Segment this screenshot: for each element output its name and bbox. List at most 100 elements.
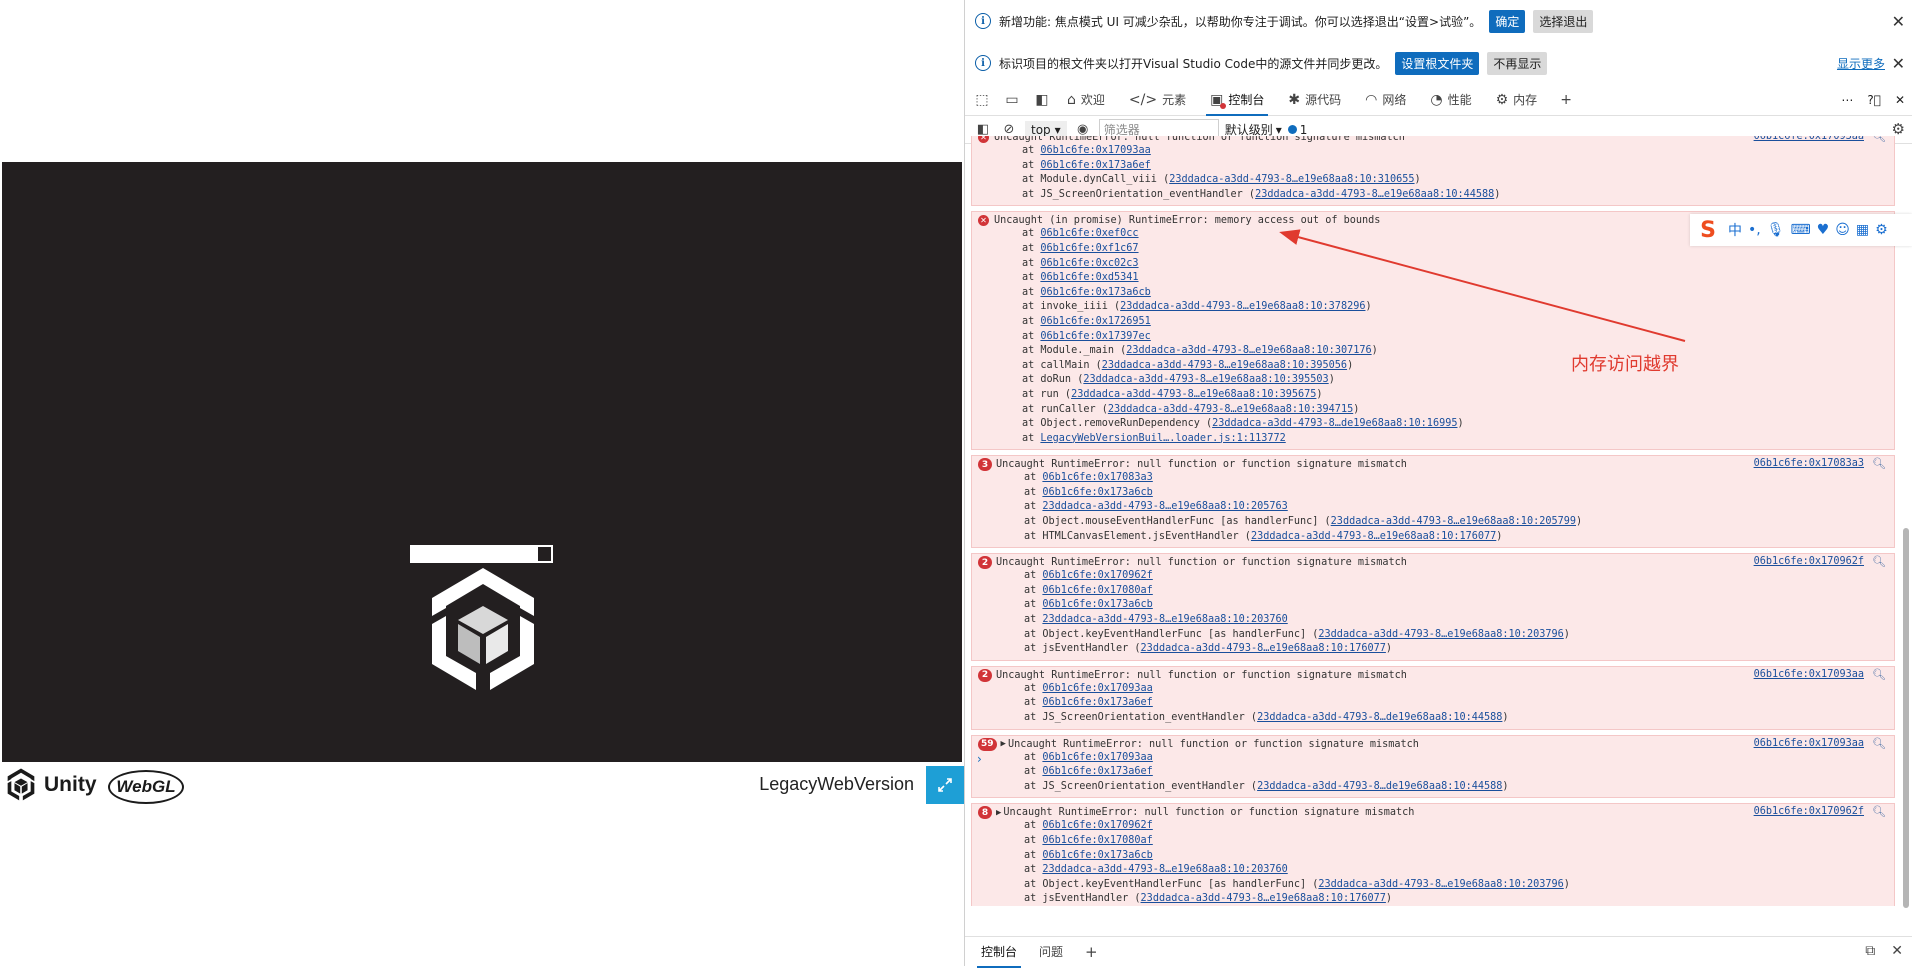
- close-icon[interactable]: ✕: [1892, 12, 1905, 31]
- stack-frame-link[interactable]: 06b1c6fe:0x17397ec: [1040, 331, 1150, 342]
- inspect-icon[interactable]: ⬚: [969, 87, 995, 113]
- stack-frame-link[interactable]: 06b1c6fe:0x173a6cb: [1040, 287, 1150, 298]
- dock-drawer-icon[interactable]: ⧉: [1865, 943, 1875, 959]
- stack-frame-link[interactable]: 23ddadca-a3dd-4793-8…e19e68aa8:10:203760: [1042, 864, 1287, 875]
- tab-elements[interactable]: </> 元素: [1117, 84, 1198, 116]
- tab-console[interactable]: ▣ 控制台: [1198, 84, 1276, 116]
- console-error-entry[interactable]: ✕ Uncaught RuntimeError: null function or…: [971, 136, 1895, 207]
- source-link[interactable]: 06b1c6fe:0x17093aa: [1754, 738, 1864, 749]
- drawer-tab-console[interactable]: 控制台: [976, 943, 1022, 968]
- close-devtools-icon[interactable]: ✕: [1895, 93, 1905, 107]
- microphone-icon[interactable]: 🎙: [1767, 222, 1785, 238]
- device-emulation-icon[interactable]: ▭: [999, 87, 1025, 113]
- source-link[interactable]: 06b1c6fe:0x17083a3: [1754, 458, 1864, 469]
- tab-welcome[interactable]: ⌂ 欢迎: [1055, 84, 1117, 116]
- search-icon[interactable]: 🔍︎: [1872, 737, 1886, 750]
- stack-frame-link[interactable]: 23ddadca-a3dd-4793-8…e19e68aa8:10:395056: [1102, 360, 1347, 371]
- console-error-entry[interactable]: 3 Uncaught RuntimeError: null function or…: [971, 455, 1895, 549]
- source-link[interactable]: 06b1c6fe:0x17093aa: [1754, 136, 1864, 142]
- add-drawer-tab-icon[interactable]: +: [1085, 943, 1098, 961]
- console-scrollbar[interactable]: [1900, 148, 1912, 914]
- stack-frame-link[interactable]: 23ddadca-a3dd-4793-8…e19e68aa8:10:176077: [1141, 893, 1386, 904]
- punctuation-icon[interactable]: •,: [1748, 222, 1761, 238]
- unity-canvas[interactable]: [2, 162, 962, 762]
- stack-frame-link[interactable]: 06b1c6fe:0x173a6ef: [1040, 160, 1150, 171]
- stack-frame-link[interactable]: 06b1c6fe:0xc02c3: [1040, 258, 1138, 269]
- stack-frame-link[interactable]: 06b1c6fe:0xf1c67: [1040, 243, 1138, 254]
- tab-network[interactable]: ◠ 网络: [1353, 84, 1418, 116]
- stack-frame-link[interactable]: 06b1c6fe:0x17080af: [1042, 585, 1152, 596]
- stack-frame-link[interactable]: 23ddadca-a3dd-4793-8…e19e68aa8:10:307176: [1126, 345, 1371, 356]
- stack-frame-link[interactable]: 06b1c6fe:0x173a6ef: [1042, 766, 1152, 777]
- stack-frame-link[interactable]: 06b1c6fe:0x173a6ef: [1042, 697, 1152, 708]
- bot-icon[interactable]: ☺: [1835, 222, 1850, 238]
- gear-icon[interactable]: ⚙: [1875, 222, 1888, 238]
- stack-frame-link[interactable]: 23ddadca-a3dd-4793-8…e19e68aa8:10:203796: [1318, 629, 1563, 640]
- opt-out-button[interactable]: 选择退出: [1533, 9, 1594, 33]
- keyboard-icon[interactable]: ⌨: [1791, 222, 1811, 238]
- stack-frame-link[interactable]: 23ddadca-a3dd-4793-8…e19e68aa8:10:394715: [1108, 404, 1353, 415]
- search-icon[interactable]: 🔍︎: [1872, 136, 1886, 143]
- ime-lang-toggle[interactable]: 中: [1728, 220, 1742, 240]
- stack-frame-link[interactable]: 23ddadca-a3dd-4793-8…e19e68aa8:10:378296: [1120, 301, 1365, 312]
- stack-frame-link[interactable]: 06b1c6fe:0x17080af: [1042, 835, 1152, 846]
- stack-frame-link[interactable]: 23ddadca-a3dd-4793-8…e19e68aa8:10:310655: [1169, 174, 1414, 185]
- expand-triangle-icon[interactable]: ▶: [1001, 739, 1006, 749]
- stack-frame-link[interactable]: 06b1c6fe:0x173a6cb: [1042, 487, 1152, 498]
- help-icon[interactable]: ?⃝: [1867, 93, 1881, 107]
- console-prompt[interactable]: ›: [977, 752, 982, 766]
- scrollbar-thumb[interactable]: [1903, 528, 1909, 908]
- stack-frame-link[interactable]: 23ddadca-a3dd-4793-8…e19e68aa8:10:205799: [1331, 516, 1576, 527]
- dock-side-icon[interactable]: ◧: [1029, 87, 1055, 113]
- source-link[interactable]: 06b1c6fe:0x170962f: [1754, 556, 1864, 567]
- console-error-entry[interactable]: 2 Uncaught RuntimeError: null function or…: [971, 553, 1895, 661]
- stack-frame-link[interactable]: LegacyWebVersionBuil….loader.js:1:113772: [1040, 433, 1285, 444]
- fullscreen-button[interactable]: [926, 766, 964, 804]
- stack-frame-link[interactable]: 23ddadca-a3dd-4793-8…e19e68aa8:10:203796: [1318, 879, 1563, 890]
- grid-icon[interactable]: ▦: [1856, 222, 1869, 238]
- sogou-logo-icon[interactable]: S: [1694, 216, 1722, 244]
- stack-frame-link[interactable]: 06b1c6fe:0x170962f: [1042, 820, 1152, 831]
- close-drawer-icon[interactable]: ✕: [1891, 943, 1903, 959]
- show-more-link[interactable]: 显示更多: [1837, 55, 1885, 72]
- stack-frame-link[interactable]: 06b1c6fe:0x173a6cb: [1042, 850, 1152, 861]
- more-options-icon[interactable]: ⋯: [1841, 93, 1853, 107]
- confirm-button[interactable]: 确定: [1489, 9, 1526, 33]
- stack-frame-link[interactable]: 06b1c6fe:0x1726951: [1040, 316, 1150, 327]
- tab-memory[interactable]: ⚙ 内存: [1484, 84, 1550, 116]
- stack-frame-link[interactable]: 23ddadca-a3dd-4793-8…de19e68aa8:10:16995: [1212, 418, 1457, 429]
- stack-frame-link[interactable]: 06b1c6fe:0x17093aa: [1042, 683, 1152, 694]
- console-error-entry[interactable]: 8 ▶ Uncaught RuntimeError: null function o…: [971, 803, 1895, 906]
- expand-triangle-icon[interactable]: ▶: [996, 808, 1001, 818]
- console-error-entry[interactable]: 59 ▶ Uncaught RuntimeError: null function …: [971, 734, 1895, 799]
- search-icon[interactable]: 🔍︎: [1872, 457, 1886, 470]
- stack-frame-link[interactable]: 23ddadca-a3dd-4793-8…e19e68aa8:10:203760: [1042, 614, 1287, 625]
- search-icon[interactable]: 🔍︎: [1872, 555, 1886, 568]
- stack-frame-link[interactable]: 06b1c6fe:0x17093aa: [1040, 145, 1150, 156]
- tab-performance[interactable]: ◔ 性能: [1418, 84, 1483, 116]
- skin-icon[interactable]: ♥: [1817, 222, 1830, 238]
- close-icon[interactable]: ✕: [1892, 54, 1905, 73]
- source-link[interactable]: 06b1c6fe:0x170962f: [1754, 806, 1864, 817]
- stack-frame-link[interactable]: 23ddadca-a3dd-4793-8…de19e68aa8:10:44588: [1257, 712, 1502, 723]
- stack-frame-link[interactable]: 23ddadca-a3dd-4793-8…e19e68aa8:10:44588: [1255, 189, 1494, 200]
- stack-frame-link[interactable]: 06b1c6fe:0x17083a3: [1042, 472, 1152, 483]
- search-icon[interactable]: 🔍︎: [1872, 668, 1886, 681]
- stack-frame-link[interactable]: 06b1c6fe:0x170962f: [1042, 570, 1152, 581]
- stack-frame-link[interactable]: 23ddadca-a3dd-4793-8…e19e68aa8:10:176077: [1251, 531, 1496, 542]
- stack-frame-link[interactable]: 23ddadca-a3dd-4793-8…e19e68aa8:10:395675: [1071, 389, 1316, 400]
- stack-frame-link[interactable]: 06b1c6fe:0xef0cc: [1040, 228, 1138, 239]
- console-error-entry[interactable]: ✕ Uncaught (in promise) RuntimeError: mem…: [971, 211, 1895, 451]
- search-icon[interactable]: 🔍︎: [1872, 805, 1886, 818]
- stack-frame-link[interactable]: 23ddadca-a3dd-4793-8…de19e68aa8:10:44588: [1257, 781, 1502, 792]
- stack-frame-link[interactable]: 06b1c6fe:0x173a6cb: [1042, 599, 1152, 610]
- dont-show-again-button[interactable]: 不再显示: [1487, 51, 1548, 75]
- console-error-entry[interactable]: 2 Uncaught RuntimeError: null function or…: [971, 665, 1895, 730]
- stack-frame-link[interactable]: 06b1c6fe:0x17093aa: [1042, 752, 1152, 763]
- message-count-badge[interactable]: 1: [1287, 123, 1307, 137]
- stack-frame-link[interactable]: 23ddadca-a3dd-4793-8…e19e68aa8:10:205763: [1042, 501, 1287, 512]
- stack-frame-link[interactable]: 23ddadca-a3dd-4793-8…e19e68aa8:10:395503: [1083, 374, 1328, 385]
- tab-sources[interactable]: ✱ 源代码: [1276, 84, 1353, 116]
- drawer-tab-issues[interactable]: 问题: [1039, 943, 1063, 960]
- stack-frame-link[interactable]: 23ddadca-a3dd-4793-8…e19e68aa8:10:176077: [1141, 643, 1386, 654]
